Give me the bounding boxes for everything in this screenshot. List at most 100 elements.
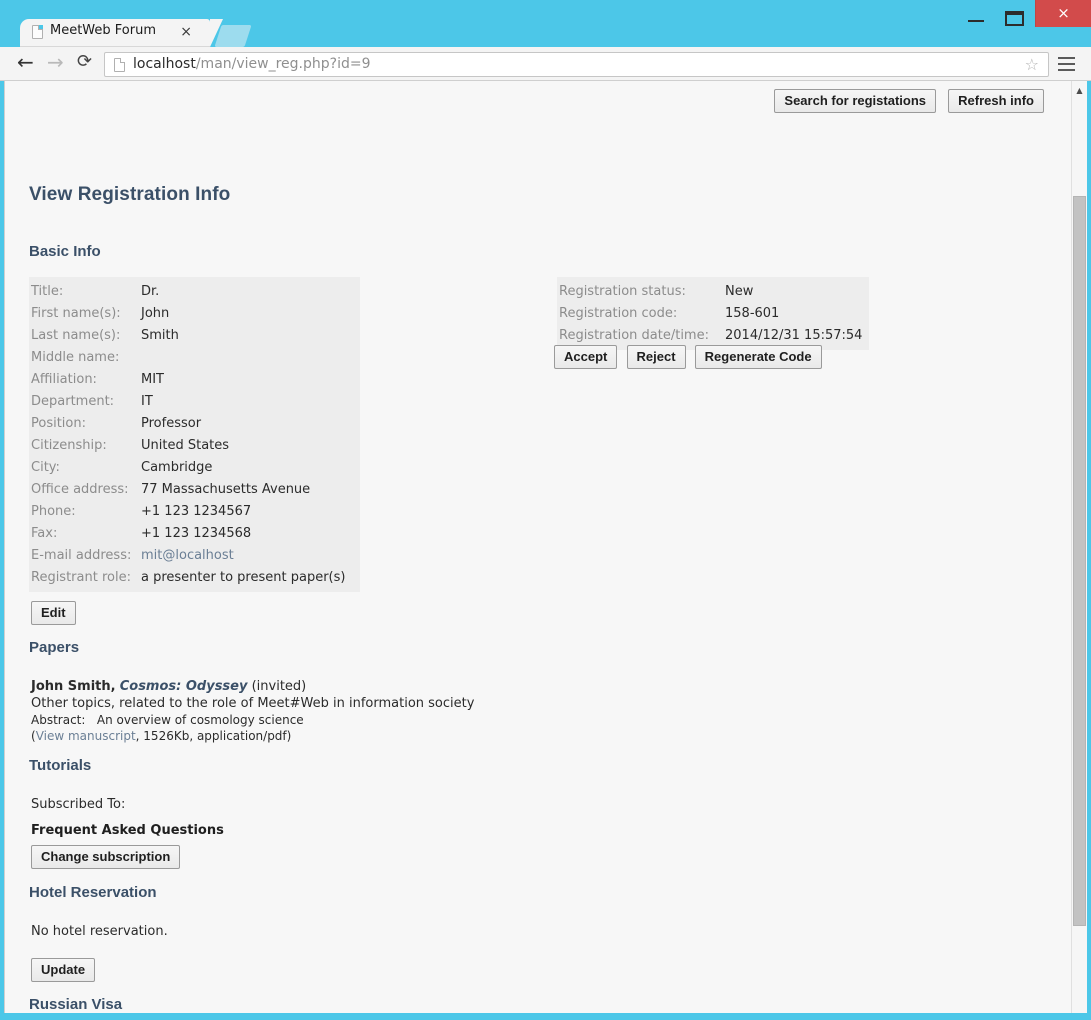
email-link[interactable]: mit@localhost: [141, 548, 234, 563]
field-label: Title:: [29, 281, 141, 303]
table-row: Department:IT: [29, 391, 360, 413]
back-arrow-icon[interactable]: ←: [17, 53, 34, 71]
tab-title: MeetWeb Forum: [50, 23, 156, 38]
tab-close-icon[interactable]: ×: [180, 24, 192, 40]
change-subscription-button[interactable]: Change subscription: [31, 845, 180, 869]
accept-button[interactable]: Accept: [554, 345, 617, 369]
paper-abstract-label: Abstract:: [31, 713, 85, 727]
field-label: First name(s):: [29, 303, 141, 325]
view-manuscript-link[interactable]: View manuscript: [36, 729, 136, 743]
section-heading-papers: Papers: [29, 639, 79, 656]
field-value: +1 123 1234567: [141, 501, 360, 523]
field-label: Position:: [29, 413, 141, 435]
table-row: Fax:+1 123 1234568: [29, 523, 360, 545]
field-value: [141, 347, 360, 369]
field-value: 158-601: [725, 303, 869, 325]
field-value: 77 Massachusetts Avenue: [141, 479, 360, 501]
page-viewport: Search for registations Refresh info Vie…: [4, 81, 1087, 1013]
table-row: Registrant role:a presenter to present p…: [29, 567, 360, 589]
registration-actions: Accept Reject Regenerate Code: [554, 345, 827, 369]
section-heading-tutorials: Tutorials: [29, 757, 91, 774]
page-toolbar: Search for registations Refresh info: [774, 89, 1044, 113]
edit-basic-info-button[interactable]: Edit: [31, 601, 76, 625]
table-row: Position:Professor: [29, 413, 360, 435]
field-label: Registrant role:: [29, 567, 141, 589]
page-content: Search for registations Refresh info Vie…: [5, 81, 1068, 1013]
reject-button[interactable]: Reject: [627, 345, 686, 369]
paper-title: Cosmos: Odyssey: [120, 679, 248, 694]
forward-arrow-icon[interactable]: →: [47, 53, 64, 71]
field-value: New: [725, 281, 869, 303]
bookmark-star-icon[interactable]: ☆: [1025, 57, 1039, 73]
field-value: United States: [141, 435, 360, 457]
table-row: Office address:77 Massachusetts Avenue: [29, 479, 360, 501]
table-row: Title:Dr.: [29, 281, 360, 303]
field-value: Smith: [141, 325, 360, 347]
table-row: Registration code:158-601: [557, 303, 869, 325]
refresh-info-button[interactable]: Refresh info: [948, 89, 1044, 113]
basic-info-table: Title:Dr.First name(s):JohnLast name(s):…: [29, 277, 360, 592]
field-label: Last name(s):: [29, 325, 141, 347]
maximize-button[interactable]: [1000, 6, 1028, 28]
field-value: MIT: [141, 369, 360, 391]
scroll-up-arrow-icon[interactable]: ▲: [1072, 81, 1087, 98]
field-label: Registration date/time:: [557, 325, 725, 347]
update-hotel-button[interactable]: Update: [31, 958, 95, 982]
minimize-button[interactable]: [962, 6, 990, 28]
field-label: Phone:: [29, 501, 141, 523]
paper-author: John Smith,: [31, 679, 116, 694]
paper-invited-tag: (invited): [252, 679, 307, 694]
hamburger-menu-icon[interactable]: [1058, 57, 1075, 71]
field-value: +1 123 1234568: [141, 523, 360, 545]
field-label: Registration status:: [557, 281, 725, 303]
table-row: Registration date/time:2014/12/31 15:57:…: [557, 325, 869, 347]
new-tab-button[interactable]: [214, 25, 251, 47]
url-host: localhost: [133, 56, 196, 72]
table-row: E-mail address:mit@localhost: [29, 545, 360, 567]
table-row: Affiliation:MIT: [29, 369, 360, 391]
section-heading-visa: Russian Visa: [29, 996, 122, 1013]
field-label: Citizenship:: [29, 435, 141, 457]
title-bar: MeetWeb Forum × ×: [0, 0, 1091, 47]
scrollbar-thumb[interactable]: [1073, 196, 1086, 926]
field-value: Cambridge: [141, 457, 360, 479]
section-heading-hotel: Hotel Reservation: [29, 884, 157, 901]
field-label: Registration code:: [557, 303, 725, 325]
field-value: 2014/12/31 15:57:54: [725, 325, 869, 347]
browser-tab[interactable]: MeetWeb Forum ×: [20, 19, 210, 47]
field-value: a presenter to present paper(s): [141, 567, 360, 589]
navigation-bar: ← → ⟳ localhost/man/view_reg.php?id=9 ☆: [0, 47, 1091, 81]
field-label: Fax:: [29, 523, 141, 545]
subscribed-to-label: Subscribed To:: [31, 797, 125, 812]
table-row: Last name(s):Smith: [29, 325, 360, 347]
search-registrations-button[interactable]: Search for registations: [774, 89, 936, 113]
field-value: IT: [141, 391, 360, 413]
hotel-status-text: No hotel reservation.: [31, 924, 168, 939]
table-row: Middle name:: [29, 347, 360, 369]
reload-icon[interactable]: ⟳: [77, 53, 92, 71]
field-label: Office address:: [29, 479, 141, 501]
section-heading-basic-info: Basic Info: [29, 243, 101, 260]
regenerate-code-button[interactable]: Regenerate Code: [695, 345, 822, 369]
field-label: City:: [29, 457, 141, 479]
url-path: /man/view_reg.php?id=9: [196, 56, 371, 72]
page-title: View Registration Info: [29, 184, 230, 206]
paper-file-meta: , 1526Kb, application/pdf): [136, 729, 292, 743]
address-bar-text: localhost/man/view_reg.php?id=9: [133, 56, 371, 72]
table-row: Phone:+1 123 1234567: [29, 501, 360, 523]
address-bar[interactable]: localhost/man/view_reg.php?id=9 ☆: [104, 52, 1049, 77]
field-label: Middle name:: [29, 347, 141, 369]
vertical-scrollbar[interactable]: ▲: [1071, 81, 1087, 1013]
close-window-button[interactable]: ×: [1035, 0, 1091, 27]
field-value: Dr.: [141, 281, 360, 303]
field-value: John: [141, 303, 360, 325]
field-label: Department:: [29, 391, 141, 413]
paper-abstract-text: An overview of cosmology science: [97, 713, 304, 727]
field-label: E-mail address:: [29, 545, 141, 567]
page-favicon-icon: [114, 58, 125, 72]
tab-favicon-icon: [32, 25, 43, 39]
registration-info-table: Registration status:NewRegistration code…: [557, 277, 869, 350]
table-row: City:Cambridge: [29, 457, 360, 479]
paper-topic: Other topics, related to the role of Mee…: [31, 695, 791, 712]
field-value[interactable]: mit@localhost: [141, 545, 360, 567]
